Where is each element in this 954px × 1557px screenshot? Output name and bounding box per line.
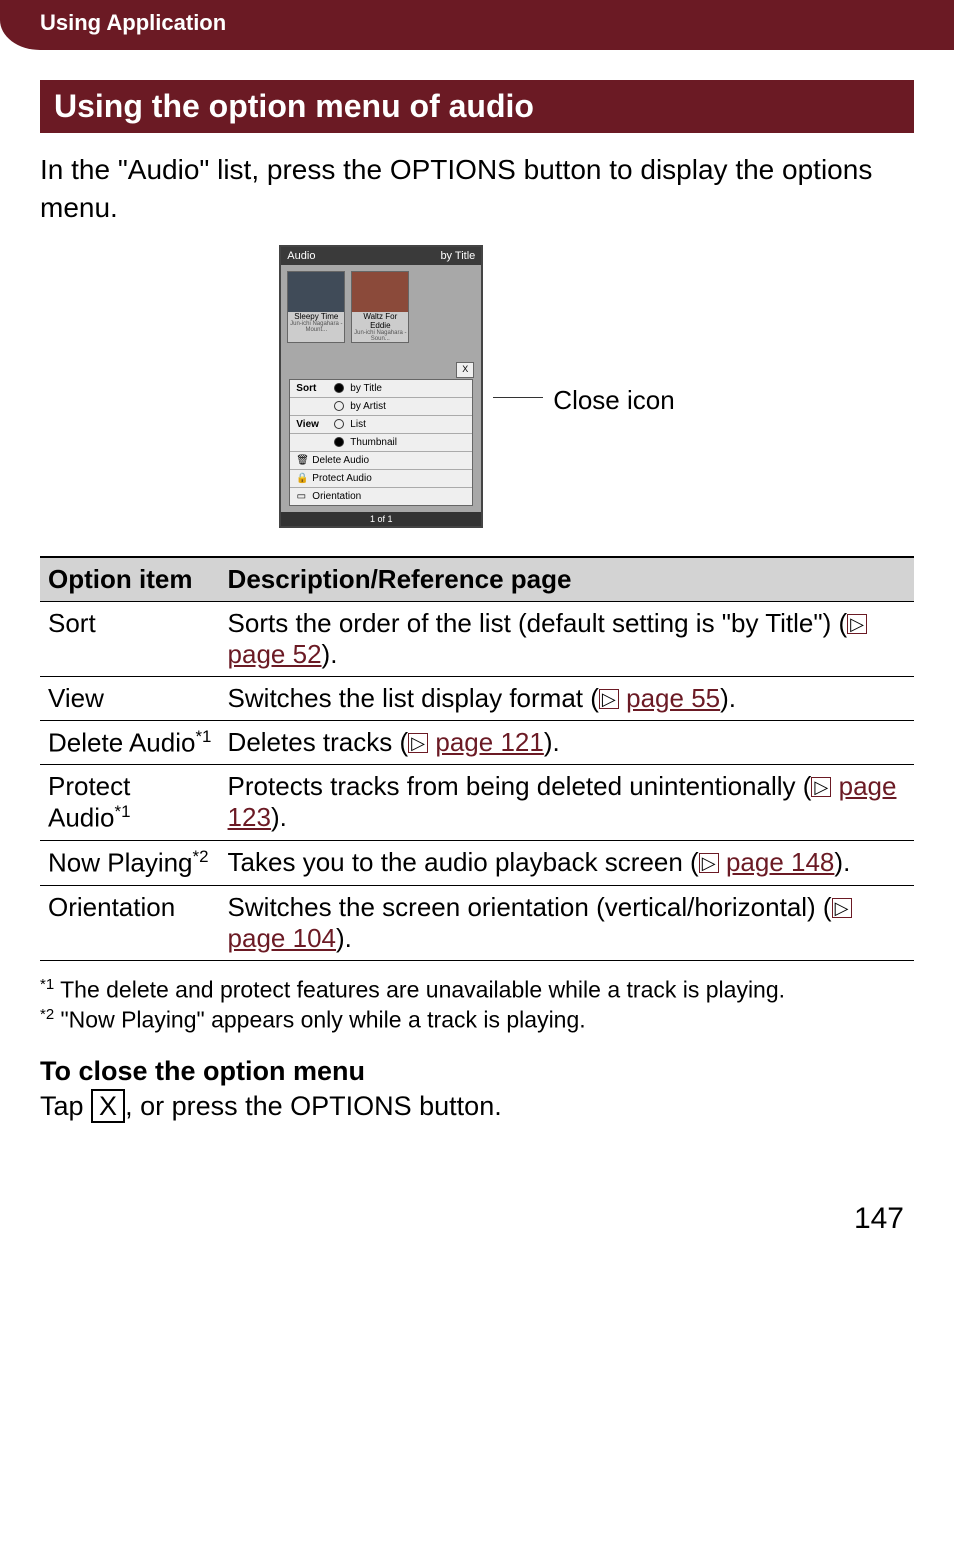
close-icon[interactable]: X [456,362,474,378]
intro-text: In the "Audio" list, press the OPTIONS b… [40,151,914,227]
device-header: Audio by Title [281,247,481,265]
callout-line [493,397,543,398]
orientation-icon: ▭ [296,491,306,502]
radio-icon [334,401,344,411]
option-desc-cell: Switches the list display format (▷ page… [220,676,914,720]
chapter-title: Using Application [40,10,226,35]
options-menu-panel: X Sort by Title by Artist View List [289,379,473,506]
footnotes: *1 The delete and protect features are u… [40,975,914,1036]
table-row: Protect Audio*1Protects tracks from bein… [40,765,914,841]
page-ref-icon: ▷ [832,898,852,918]
page-ref-link[interactable]: page 148 [726,847,834,877]
x-icon: X [91,1089,125,1123]
option-desc-cell: Protects tracks from being deleted unint… [220,765,914,841]
page-ref-link[interactable]: page 121 [435,727,543,757]
option-desc-cell: Switches the screen orientation (vertica… [220,885,914,960]
options-table: Option item Description/Reference page S… [40,556,914,961]
device-footer: 1 of 1 [281,512,481,526]
menu-row-orientation[interactable]: ▭ Orientation [290,488,472,505]
radio-icon [334,383,344,393]
table-row: ViewSwitches the list display format (▷ … [40,676,914,720]
page-ref-icon: ▷ [599,689,619,709]
th-desc: Description/Reference page [220,557,914,602]
option-desc-cell: Takes you to the audio playback screen (… [220,840,914,885]
page-number: 147 [0,1122,954,1276]
table-row: OrientationSwitches the screen orientati… [40,885,914,960]
lock-icon: 🔒 [296,473,306,484]
page-ref-link[interactable]: page 123 [228,771,897,832]
option-item-cell: Sort [40,601,220,676]
page-ref-icon: ▷ [699,853,719,873]
menu-row-view[interactable]: View List [290,416,472,434]
section-title: Using the option menu of audio [40,80,914,133]
device-screenshot: Audio by Title Sleepy Time Jun-ichi Naga… [279,245,483,528]
screenshot-figure: Audio by Title Sleepy Time Jun-ichi Naga… [40,245,914,528]
screen-sort-indicator: by Title [440,250,475,262]
page-ref-icon: ▷ [408,733,428,753]
option-item-cell: View [40,676,220,720]
close-menu-text: Tap X, or press the OPTIONS button. [40,1091,914,1122]
option-item-cell: Delete Audio*1 [40,720,220,765]
page-ref-link[interactable]: page 104 [228,923,336,953]
th-option: Option item [40,557,220,602]
screen-title: Audio [287,250,315,262]
table-row: Now Playing*2Takes you to the audio play… [40,840,914,885]
close-menu-heading: To close the option menu [40,1056,914,1087]
option-desc-cell: Sorts the order of the list (default set… [220,601,914,676]
page-ref-link[interactable]: page 52 [228,639,322,669]
menu-row-sort-artist[interactable]: by Artist [290,398,472,416]
option-item-cell: Protect Audio*1 [40,765,220,841]
radio-icon [334,437,344,447]
page-ref-link[interactable]: page 55 [626,683,720,713]
audio-thumb: Waltz For Eddie Jun-ichi Nagahara - Soun… [351,271,409,343]
callout-label: Close icon [553,385,674,416]
option-item-cell: Now Playing*2 [40,840,220,885]
menu-row-view-thumb[interactable]: Thumbnail [290,434,472,452]
page-ref-icon: ▷ [811,777,831,797]
table-row: SortSorts the order of the list (default… [40,601,914,676]
page-content: Using the option menu of audio In the "A… [0,50,954,1122]
thumbnail-row: Sleepy Time Jun-ichi Nagahara - Mount...… [281,265,481,349]
option-item-cell: Orientation [40,885,220,960]
option-desc-cell: Deletes tracks (▷ page 121). [220,720,914,765]
radio-icon [334,419,344,429]
audio-thumb: Sleepy Time Jun-ichi Nagahara - Mount... [287,271,345,343]
menu-row-delete[interactable]: 🗑 Delete Audio [290,452,472,470]
trash-icon: 🗑 [296,455,306,466]
chapter-header: Using Application [0,0,954,50]
menu-row-sort[interactable]: Sort by Title [290,380,472,398]
table-row: Delete Audio*1Deletes tracks (▷ page 121… [40,720,914,765]
page-ref-icon: ▷ [847,614,867,634]
menu-row-protect[interactable]: 🔒 Protect Audio [290,470,472,488]
